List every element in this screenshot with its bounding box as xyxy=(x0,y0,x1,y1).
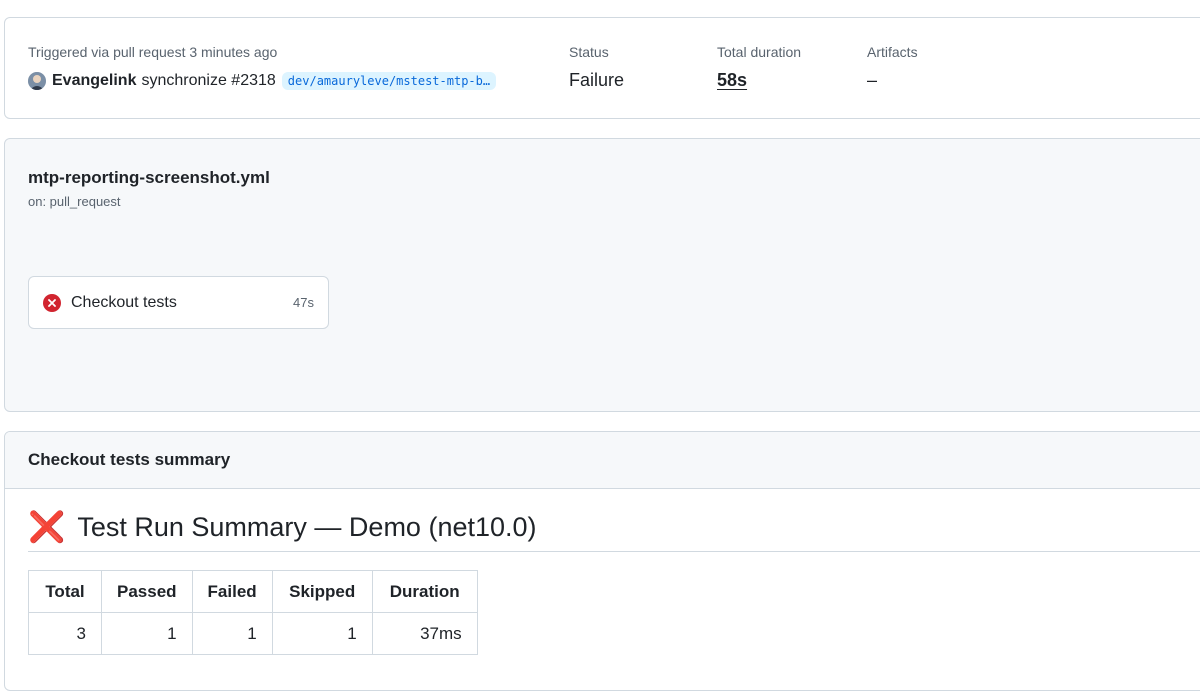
table-header-cell: Failed xyxy=(191,570,273,613)
summary-title: ❌ Test Run Summary — Demo (net10.0) xyxy=(28,504,1200,552)
table-header-cell: Passed xyxy=(101,570,193,613)
table-cell: 3 xyxy=(28,612,102,655)
job-summary-card: Checkout tests summary ❌ Test Run Summar… xyxy=(4,431,1200,691)
workflow-file-name: mtp-reporting-screenshot.yml xyxy=(28,168,270,187)
artifacts-label: Artifacts xyxy=(867,44,918,60)
duration-link[interactable]: 58s xyxy=(717,70,801,91)
actor-row: Evangelink synchronize #2318 dev/amauryl… xyxy=(28,72,497,90)
workflow-graph-card: mtp-reporting-screenshot.yml on: pull_re… xyxy=(4,138,1200,412)
results-table: Total Passed Failed Skipped Duration 3 1… xyxy=(28,570,478,655)
workflow-trigger: on: pull_request xyxy=(28,194,121,209)
trigger-text: Triggered via pull request 3 minutes ago xyxy=(28,44,278,60)
table-cell: 1 xyxy=(271,612,373,655)
summary-header: Checkout tests summary xyxy=(5,432,1200,489)
branch-badge[interactable]: dev/amauryleve/mstest-mtp-b… xyxy=(281,72,497,90)
table-header-row: Total Passed Failed Skipped Duration xyxy=(28,570,478,613)
actor-link[interactable]: Evangelink xyxy=(52,72,136,90)
status-block: Status Failure xyxy=(569,44,624,91)
table-header-cell: Skipped xyxy=(271,570,373,613)
duration-block: Total duration 58s xyxy=(717,44,801,91)
job-name: Checkout tests xyxy=(71,293,177,311)
artifacts-value: – xyxy=(867,70,878,90)
job-duration: 47s xyxy=(293,295,314,310)
avatar-icon xyxy=(28,72,46,90)
table-cell: 37ms xyxy=(371,612,478,655)
x-circle-icon xyxy=(43,293,61,312)
table-cell: 1 xyxy=(101,612,193,655)
table-cell: 1 xyxy=(191,612,273,655)
cross-mark-icon: ❌ xyxy=(28,510,66,544)
event-text[interactable]: synchronize #2318 xyxy=(141,72,275,90)
table-header-cell: Duration xyxy=(371,570,478,613)
artifacts-block: Artifacts – xyxy=(867,44,918,91)
job-checkout-tests[interactable]: Checkout tests 47s xyxy=(28,276,329,329)
table-header-cell: Total xyxy=(28,570,102,613)
status-label: Status xyxy=(569,44,609,60)
summary-title-text: Test Run Summary — Demo (net10.0) xyxy=(77,512,537,542)
status-value: Failure xyxy=(569,70,625,90)
run-header-card: Triggered via pull request 3 minutes ago… xyxy=(4,17,1200,119)
duration-label: Total duration xyxy=(717,44,802,60)
table-row: 3 1 1 1 37ms xyxy=(28,612,478,655)
avatar[interactable] xyxy=(28,72,46,90)
